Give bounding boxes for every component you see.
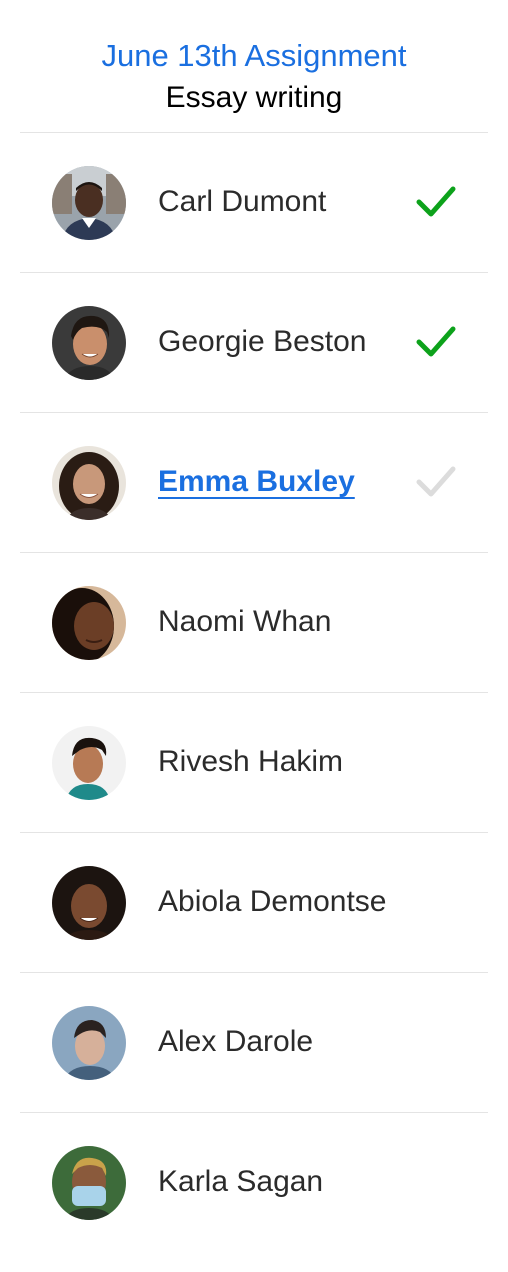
avatar — [52, 166, 126, 240]
student-name: Abiola Demontse — [158, 885, 387, 918]
student-name: Carl Dumont — [158, 185, 327, 218]
student-row[interactable]: Abiola Demontse — [20, 833, 488, 973]
student-row[interactable]: Karla Sagan — [20, 1113, 488, 1252]
student-name: Alex Darole — [158, 1025, 314, 1058]
assignment-title[interactable]: June 13th Assignment — [0, 38, 508, 74]
student-list: Carl Dumont Georgie Beston Emma Buxley N… — [20, 133, 488, 1252]
student-name-link[interactable]: Emma Buxley — [158, 464, 355, 500]
avatar — [52, 586, 126, 660]
student-name: Rivesh Hakim — [158, 745, 344, 778]
avatar — [52, 866, 126, 940]
avatar — [52, 446, 126, 520]
student-row[interactable]: Emma Buxley — [20, 413, 488, 553]
student-row[interactable]: Naomi Whan — [20, 553, 488, 693]
student-row[interactable]: Carl Dumont — [20, 133, 488, 273]
check-icon — [416, 465, 456, 499]
student-row[interactable]: Rivesh Hakim — [20, 693, 488, 833]
student-name: Georgie Beston — [158, 325, 367, 358]
student-name: Naomi Whan — [158, 605, 332, 638]
assignment-subtitle: Essay writing — [165, 81, 343, 114]
avatar — [52, 306, 126, 380]
check-icon — [416, 185, 456, 219]
avatar — [52, 1006, 126, 1080]
check-icon — [416, 325, 456, 359]
student-name: Karla Sagan — [158, 1165, 324, 1198]
student-row[interactable]: Alex Darole — [20, 973, 488, 1113]
student-row[interactable]: Georgie Beston — [20, 273, 488, 413]
assignment-header: June 13th Assignment Essay writing — [0, 0, 508, 133]
avatar — [52, 726, 126, 800]
avatar — [52, 1146, 126, 1220]
